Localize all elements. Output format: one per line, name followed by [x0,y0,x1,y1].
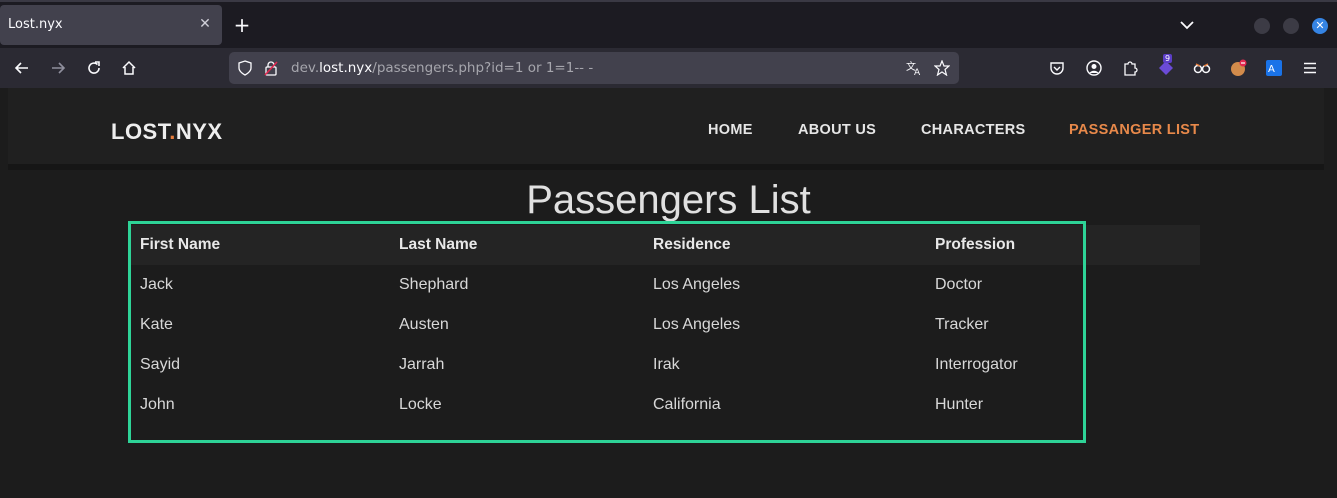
nav-characters[interactable]: CHARACTERS [921,122,1026,138]
url-bar[interactable]: dev.lost.nyx/passengers.php?id=1 or 1=1-… [229,52,959,84]
site-header: LOST.NYX HOME ABOUT US CHARACTERS PASSAN… [8,88,1324,170]
browser-navigation-bar: dev.lost.nyx/passengers.php?id=1 or 1=1-… [0,48,1337,88]
page-title: Passengers List [526,178,811,222]
svg-text:A: A [1268,64,1275,75]
nav-about-us[interactable]: ABOUT US [798,122,876,138]
extension-badge-count: 9 [1163,54,1173,63]
table-cell: Tracker [935,316,989,333]
table-cell: Doctor [935,276,983,293]
extension-cookie-icon[interactable] [1228,58,1248,78]
table-cell: Hunter [935,396,984,413]
tab-close-icon[interactable]: ✕ [197,16,213,32]
insecure-lock-icon[interactable] [263,60,279,76]
site-logo[interactable]: LOST.NYX [111,119,223,145]
home-icon[interactable] [119,58,139,78]
table-cell: Los Angeles [653,316,741,333]
table-cell: Shephard [399,276,469,293]
tab-title: Lost.nyx [8,17,63,32]
table-cell: Jarrah [399,356,445,373]
table-cell: Interrogator [935,356,1018,373]
column-header-profession: Profession [935,236,1016,253]
table-cell: Locke [399,396,442,413]
hamburger-menu-icon[interactable] [1300,58,1320,78]
forward-arrow-icon[interactable] [48,58,68,78]
nav-passanger-list[interactable]: PASSANGER LIST [1069,122,1199,138]
table-cell: Sayid [140,356,181,373]
table-cell: Austen [399,316,449,333]
table-cell: Irak [653,356,680,373]
translate-icon[interactable]: 文A [906,60,922,76]
column-header-first-name: First Name [140,236,221,253]
maximize-window-button[interactable] [1283,18,1299,34]
pocket-icon[interactable] [1047,58,1067,78]
table-cell: California [653,396,721,413]
nav-home[interactable]: HOME [708,122,753,138]
shield-icon[interactable] [237,60,253,76]
list-all-tabs-chevron-icon[interactable] [1178,16,1196,34]
bookmark-star-icon[interactable] [934,60,950,76]
reload-icon[interactable] [84,58,104,78]
table-cell: Los Angeles [653,276,741,293]
table-cell: John [140,396,175,413]
url-text[interactable]: dev.lost.nyx/passengers.php?id=1 or 1=1-… [291,60,593,76]
column-header-last-name: Last Name [399,236,478,253]
browser-tab-strip: Lost.nyx ✕ + ✕ [0,0,1337,48]
extensions-puzzle-icon[interactable] [1120,58,1140,78]
minimize-window-button[interactable] [1254,18,1270,34]
web-page: LOST.NYX HOME ABOUT US CHARACTERS PASSAN… [0,88,1337,498]
account-icon[interactable] [1084,58,1104,78]
column-header-residence: Residence [653,236,731,253]
svg-text:A: A [914,68,921,76]
new-tab-button[interactable]: + [232,15,252,35]
extension-glasses-icon[interactable] [1192,58,1212,78]
table-cell: Kate [140,316,173,333]
table-cell: Jack [140,276,173,293]
extension-translate-blue-icon[interactable]: A [1264,58,1284,78]
close-window-button[interactable]: ✕ [1312,18,1328,34]
back-arrow-icon[interactable] [12,58,32,78]
browser-tab[interactable]: Lost.nyx ✕ [0,5,222,45]
